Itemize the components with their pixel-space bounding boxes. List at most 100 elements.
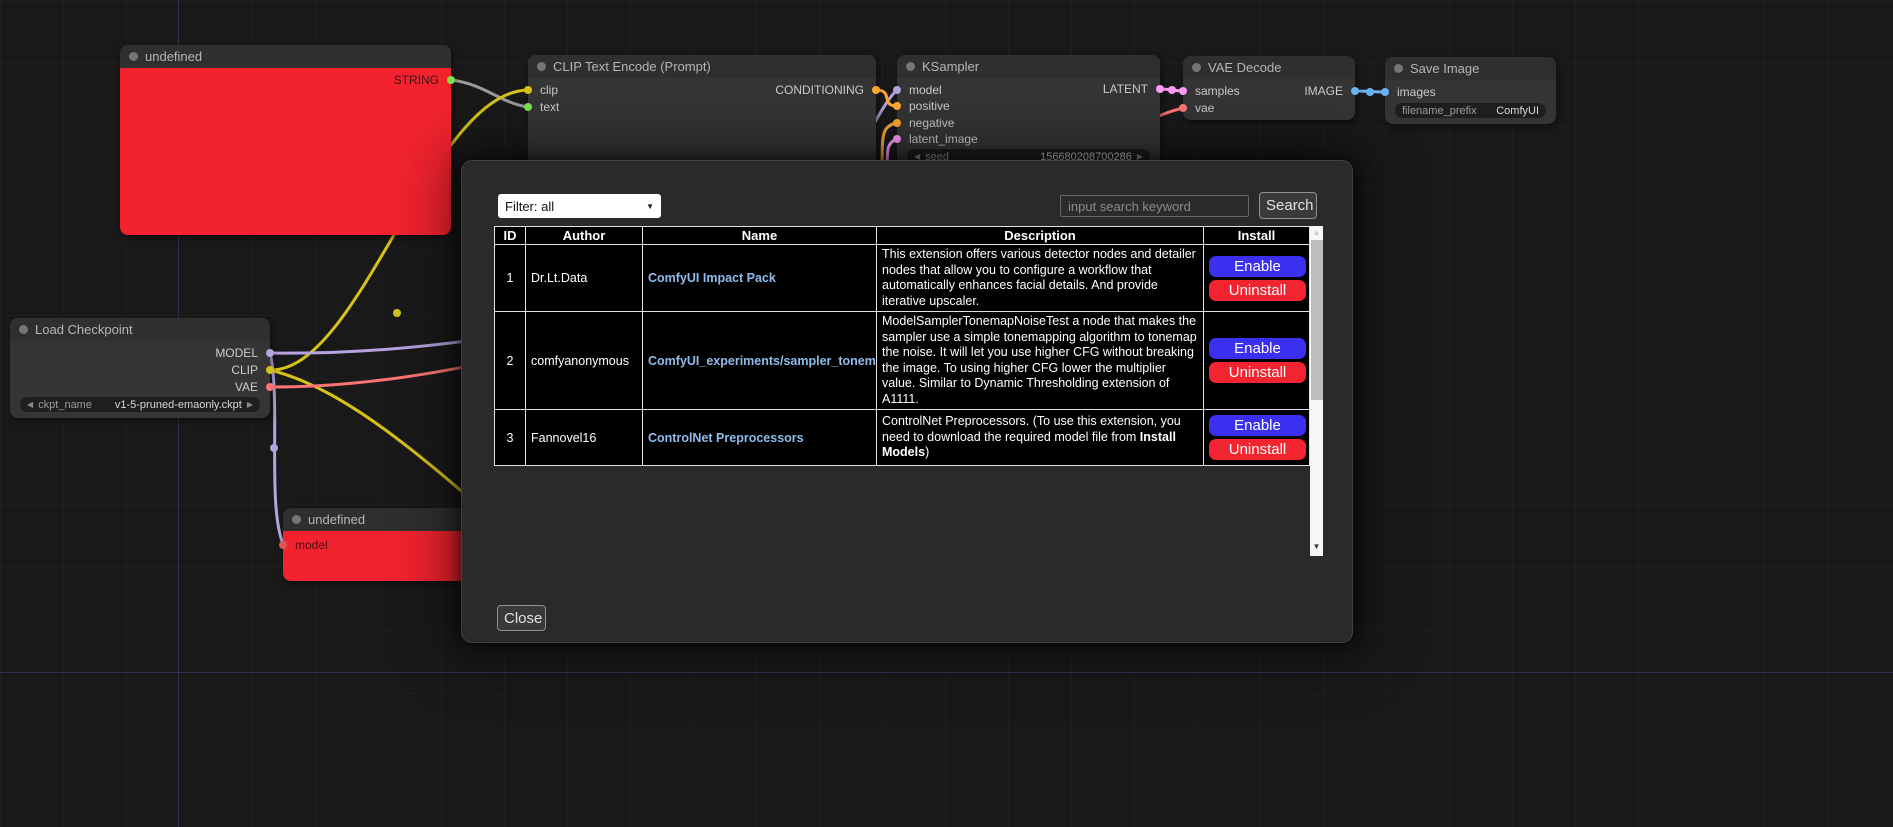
output-slot-clip[interactable]: CLIP (231, 362, 270, 378)
collapse-dot-icon[interactable] (1394, 64, 1403, 73)
collapse-dot-icon[interactable] (537, 62, 546, 71)
output-slot-model[interactable]: MODEL (215, 345, 270, 361)
scroll-down-icon[interactable]: ▼ (1310, 540, 1323, 553)
output-dot-icon[interactable] (1351, 87, 1359, 95)
input-slot-model[interactable]: model (897, 82, 942, 98)
slot-label: CLIP (231, 362, 258, 378)
node-title: VAE Decode (1208, 60, 1281, 75)
slot-label: clip (540, 82, 558, 98)
output-slot-conditioning[interactable]: CONDITIONING (775, 82, 876, 98)
input-slot-vae[interactable]: vae (1183, 100, 1214, 116)
input-dot-icon[interactable] (893, 86, 901, 94)
output-dot-icon[interactable] (872, 86, 880, 94)
slot-label: LATENT (1103, 81, 1148, 97)
input-slot-negative[interactable]: negative (897, 115, 954, 131)
table-scrollbar[interactable]: ▲ ▼ (1310, 226, 1323, 556)
filename-prefix-widget[interactable]: filename_prefix ComfyUI (1395, 103, 1546, 118)
extension-link[interactable]: ControlNet Preprocessors (648, 431, 804, 445)
extension-row: 2 comfyanonymous ComfyUI_experiments/sam… (495, 312, 1310, 410)
widget-value[interactable]: v1-5-pruned-emaonly.ckpt (115, 399, 242, 411)
node-undefined-top[interactable]: undefined STRING (120, 45, 451, 235)
enable-button[interactable]: Enable (1209, 338, 1306, 359)
input-slot-text[interactable]: text (528, 99, 559, 115)
input-dot-icon[interactable] (1179, 87, 1187, 95)
input-dot-icon[interactable] (893, 119, 901, 127)
input-dot-icon[interactable] (893, 135, 901, 143)
collapse-dot-icon[interactable] (906, 62, 915, 71)
node-title-bar[interactable]: undefined (120, 45, 451, 68)
input-dot-icon[interactable] (524, 103, 532, 111)
table-header-row: ID Author Name Description Install (495, 227, 1310, 245)
cell-install: Enable Uninstall (1204, 245, 1310, 312)
node-load-checkpoint[interactable]: Load Checkpoint MODEL CLIP VAE ◀ ckpt_na… (10, 318, 270, 418)
wire-model-to-undefined (270, 353, 283, 544)
input-dot-icon[interactable] (1381, 88, 1389, 96)
widget-label: filename_prefix (1402, 105, 1477, 117)
enable-button[interactable]: Enable (1209, 415, 1306, 436)
input-dot-icon[interactable] (893, 102, 901, 110)
uninstall-button[interactable]: Uninstall (1209, 280, 1306, 301)
collapse-dot-icon[interactable] (292, 515, 301, 524)
input-slot-samples[interactable]: samples (1183, 83, 1240, 99)
node-title: undefined (145, 49, 202, 64)
uninstall-button[interactable]: Uninstall (1209, 362, 1306, 383)
cell-description: ModelSamplerTonemapNoiseTest a node that… (877, 312, 1204, 410)
input-slot-images[interactable]: images (1385, 84, 1436, 100)
output-slot-vae[interactable]: VAE (235, 379, 270, 395)
uninstall-button[interactable]: Uninstall (1209, 439, 1306, 460)
node-title-bar[interactable]: KSampler (897, 55, 1160, 78)
collapse-dot-icon[interactable] (1192, 63, 1201, 72)
output-dot-icon[interactable] (1156, 85, 1164, 93)
search-button[interactable]: Search (1259, 192, 1317, 219)
scrollbar-thumb[interactable] (1311, 240, 1323, 400)
slot-label: text (540, 99, 559, 115)
output-slot-latent[interactable]: LATENT (1103, 81, 1160, 97)
collapse-dot-icon[interactable] (129, 52, 138, 61)
next-arrow-icon[interactable]: ▶ (247, 400, 253, 409)
extension-link[interactable]: ComfyUI_experiments/sampler_tonemap (648, 354, 877, 368)
cell-name: ControlNet Preprocessors (643, 410, 877, 466)
output-slot-image[interactable]: IMAGE (1304, 83, 1355, 99)
widget-value[interactable]: ComfyUI (1496, 105, 1539, 117)
node-title-bar[interactable]: CLIP Text Encode (Prompt) (528, 55, 876, 78)
scroll-up-icon[interactable]: ▲ (1310, 226, 1323, 239)
output-slot-string[interactable]: STRING (394, 72, 451, 88)
output-dot-icon[interactable] (266, 349, 274, 357)
node-undefined-bottom[interactable]: undefined model (283, 508, 469, 581)
search-input[interactable] (1060, 195, 1249, 217)
input-slot-latent-image[interactable]: latent_image (897, 131, 978, 147)
canvas-origin-horizontal-line (0, 672, 1893, 673)
close-button[interactable]: Close (497, 605, 546, 631)
comfyui-manager-dialog: Filter: all ▼ Search ID Author Name Desc… (461, 160, 1353, 643)
wire-string-to-text (451, 80, 528, 107)
node-body: images filename_prefix ComfyUI (1385, 80, 1556, 124)
node-title-bar[interactable]: Load Checkpoint (10, 318, 270, 341)
ckpt-name-widget[interactable]: ◀ ckpt_name v1-5-pruned-emaonly.ckpt ▶ (20, 397, 260, 412)
output-dot-icon[interactable] (447, 76, 455, 84)
node-title-bar[interactable]: Save Image (1385, 57, 1556, 80)
input-dot-icon[interactable] (1179, 104, 1187, 112)
input-slot-positive[interactable]: positive (897, 98, 950, 114)
output-dot-icon[interactable] (266, 383, 274, 391)
node-title-bar[interactable]: undefined (283, 508, 469, 531)
slot-label: vae (1195, 100, 1214, 116)
output-dot-icon[interactable] (266, 366, 274, 374)
node-vae-decode[interactable]: VAE Decode samples vae IMAGE (1183, 56, 1355, 120)
node-title-bar[interactable]: VAE Decode (1183, 56, 1355, 79)
node-save-image[interactable]: Save Image images filename_prefix ComfyU… (1385, 57, 1556, 124)
cell-name: ComfyUI_experiments/sampler_tonemap (643, 312, 877, 410)
comfyui-canvas[interactable]: undefined STRING CLIP Text Encode (Promp… (0, 0, 1893, 827)
extension-link[interactable]: ComfyUI Impact Pack (648, 271, 776, 285)
enable-button[interactable]: Enable (1209, 256, 1306, 277)
collapse-dot-icon[interactable] (19, 325, 28, 334)
cell-install: Enable Uninstall (1204, 312, 1310, 410)
previous-arrow-icon[interactable]: ◀ (27, 400, 33, 409)
node-body: STRING (120, 68, 451, 235)
node-title: KSampler (922, 59, 979, 74)
input-dot-icon[interactable] (279, 541, 287, 549)
slot-label: IMAGE (1304, 83, 1343, 99)
input-slot-clip[interactable]: clip (528, 82, 558, 98)
input-slot-model[interactable]: model (283, 537, 328, 553)
filter-dropdown[interactable]: Filter: all ▼ (498, 194, 661, 218)
input-dot-icon[interactable] (524, 86, 532, 94)
